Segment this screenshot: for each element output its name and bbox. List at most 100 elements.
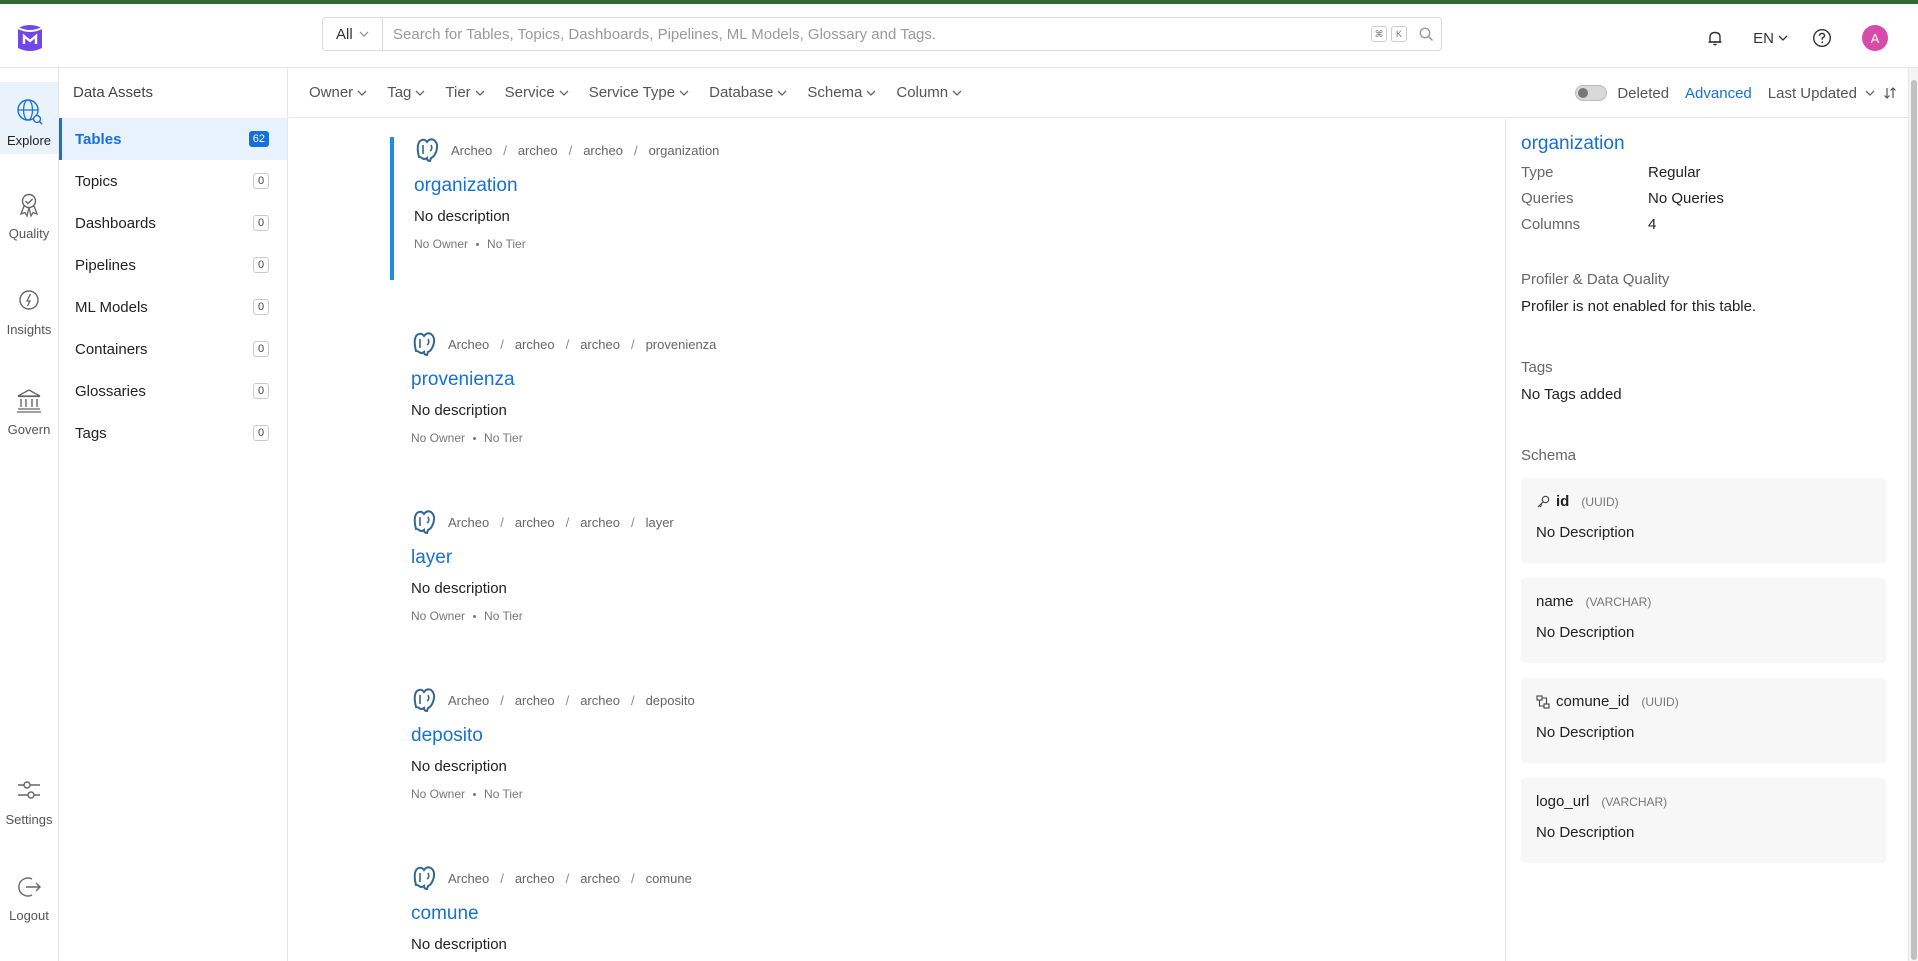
breadcrumb-item[interactable]: Archeo xyxy=(448,337,489,352)
nav-quality[interactable]: Quality xyxy=(0,192,58,241)
breadcrumb-item[interactable]: comune xyxy=(646,871,692,886)
breadcrumb-item[interactable]: Archeo xyxy=(448,871,489,886)
chevron-down-icon xyxy=(1778,35,1788,41)
notification-bell-icon[interactable] xyxy=(1703,26,1727,50)
help-icon[interactable] xyxy=(1810,26,1834,50)
app-logo-icon[interactable] xyxy=(16,22,44,54)
breadcrumb-item[interactable]: archeo xyxy=(580,871,620,886)
filter-schema[interactable]: Schema xyxy=(807,84,876,101)
nav-insights-label: Insights xyxy=(6,322,52,337)
filter-service[interactable]: Service xyxy=(505,84,569,101)
asset-item-topics[interactable]: Topics 0 xyxy=(59,160,287,202)
page-scrollbar[interactable] xyxy=(1908,68,1918,961)
breadcrumb-item[interactable]: Archeo xyxy=(448,515,489,530)
data-assets-sidebar: Data Assets Tables 62 Topics 0 Dashboard… xyxy=(59,68,288,961)
column-type: (VARCHAR) xyxy=(1601,794,1668,809)
chevron-down-icon xyxy=(952,90,962,96)
filter-label: Service Type xyxy=(588,84,676,101)
scrollbar-thumb[interactable] xyxy=(1911,80,1917,960)
breadcrumb-item[interactable]: archeo xyxy=(580,693,620,708)
breadcrumb-item[interactable]: archeo xyxy=(515,693,555,708)
asset-item-label: Dashboards xyxy=(75,214,156,232)
filter-label: Database xyxy=(709,84,774,101)
nav-govern[interactable]: Govern xyxy=(0,388,58,437)
breadcrumb-separator: / xyxy=(633,142,638,158)
result-title[interactable]: organization xyxy=(414,175,1290,197)
key-icon xyxy=(1537,495,1550,507)
asset-item-label: ML Models xyxy=(75,298,148,316)
result-card[interactable]: Archeo / archeo / archeo / deposito deposit… xyxy=(390,687,1290,801)
asset-item-tables[interactable]: Tables 62 xyxy=(59,118,287,160)
filter-owner[interactable]: Owner xyxy=(309,84,367,101)
result-tier: No Tier xyxy=(487,237,526,251)
filter-database[interactable]: Database xyxy=(709,84,787,101)
breadcrumb-item[interactable]: archeo xyxy=(518,143,558,158)
global-search: All ⌘ K xyxy=(322,17,1442,51)
settings-sliders-icon xyxy=(18,781,40,799)
breadcrumb-separator: / xyxy=(500,514,504,530)
asset-item-glossaries[interactable]: Glossaries 0 xyxy=(59,370,287,412)
breadcrumb-item[interactable]: deposito xyxy=(646,693,695,708)
asset-item-containers[interactable]: Containers 0 xyxy=(59,328,287,370)
filter-service-type[interactable]: Service Type xyxy=(589,84,689,101)
breadcrumb-item[interactable]: archeo xyxy=(580,337,620,352)
breadcrumb-item[interactable]: archeo xyxy=(515,871,555,886)
asset-item-ml-models[interactable]: ML Models 0 xyxy=(59,286,287,328)
breadcrumb-item[interactable]: archeo xyxy=(580,515,620,530)
result-card[interactable]: Archeo / archeo / archeo / provenienza prov… xyxy=(390,331,1290,445)
nav-settings[interactable]: Settings xyxy=(0,776,58,827)
result-card[interactable]: Archeo / archeo / archeo / comune comune No… xyxy=(390,865,1290,953)
sort-select[interactable]: Last Updated xyxy=(1768,85,1897,102)
result-title[interactable]: deposito xyxy=(411,725,1290,747)
breadcrumb-item[interactable]: archeo xyxy=(515,337,555,352)
breadcrumb-item[interactable]: Archeo xyxy=(448,693,489,708)
postgres-icon xyxy=(416,138,439,163)
breadcrumb-item[interactable]: archeo xyxy=(515,515,555,530)
panel-title[interactable]: organization xyxy=(1521,133,1886,155)
breadcrumb-separator: / xyxy=(630,870,635,886)
nav-logout[interactable]: Logout xyxy=(0,874,58,923)
asset-item-count: 0 xyxy=(253,299,269,315)
asset-item-pipelines[interactable]: Pipelines 0 xyxy=(59,244,287,286)
top-header: All ⌘ K EN A xyxy=(0,4,1918,68)
left-nav: Explore Quality Insights Govern Settings… xyxy=(0,68,59,961)
separator-dot xyxy=(473,792,477,796)
separator-dot xyxy=(473,614,477,618)
result-meta: No Owner No Tier xyxy=(411,787,1290,801)
advanced-search-link[interactable]: Advanced xyxy=(1685,85,1752,102)
result-card[interactable]: Archeo / archeo / archeo / organization org… xyxy=(390,137,1290,280)
asset-item-dashboards[interactable]: Dashboards 0 xyxy=(59,202,287,244)
panel-columns-row: Columns 4 xyxy=(1521,216,1886,233)
deleted-toggle[interactable] xyxy=(1575,85,1608,101)
filter-label: Owner xyxy=(309,84,354,101)
panel-type-row: Type Regular xyxy=(1521,164,1886,181)
filter-tier[interactable]: Tier xyxy=(445,84,485,101)
language-value: EN xyxy=(1753,29,1774,47)
nav-explore[interactable]: Explore xyxy=(0,82,58,154)
column-type: (VARCHAR) xyxy=(1585,594,1652,609)
search-input[interactable] xyxy=(383,18,1371,50)
breadcrumb-item[interactable]: layer xyxy=(646,515,674,530)
search-category-select[interactable]: All xyxy=(323,18,383,50)
result-title[interactable]: comune xyxy=(411,903,1290,925)
breadcrumb-item[interactable]: Archeo xyxy=(451,143,492,158)
search-icon[interactable] xyxy=(1411,18,1441,50)
filter-column[interactable]: Column xyxy=(896,84,962,101)
user-avatar[interactable]: A xyxy=(1862,25,1888,51)
profiler-value: Profiler is not enabled for this table. xyxy=(1521,298,1757,315)
result-title[interactable]: layer xyxy=(411,547,1290,569)
result-card[interactable]: Archeo / archeo / archeo / layer layer No d… xyxy=(390,509,1290,623)
filter-tag[interactable]: Tag xyxy=(387,84,425,101)
breadcrumb-item[interactable]: organization xyxy=(649,143,720,158)
column-name: name xyxy=(1536,593,1574,610)
breadcrumb-item[interactable]: archeo xyxy=(583,143,623,158)
breadcrumb-item[interactable]: provenienza xyxy=(646,337,717,352)
sort-order-icon[interactable] xyxy=(1883,86,1897,100)
chevron-down-icon xyxy=(415,90,425,96)
column-type: (UUID) xyxy=(1581,494,1619,509)
language-select[interactable]: EN xyxy=(1753,30,1788,47)
queries-label: Queries xyxy=(1521,190,1574,207)
result-title[interactable]: provenienza xyxy=(411,369,1290,391)
asset-item-tags[interactable]: Tags 0 xyxy=(59,412,287,454)
nav-insights[interactable]: Insights xyxy=(0,288,58,337)
